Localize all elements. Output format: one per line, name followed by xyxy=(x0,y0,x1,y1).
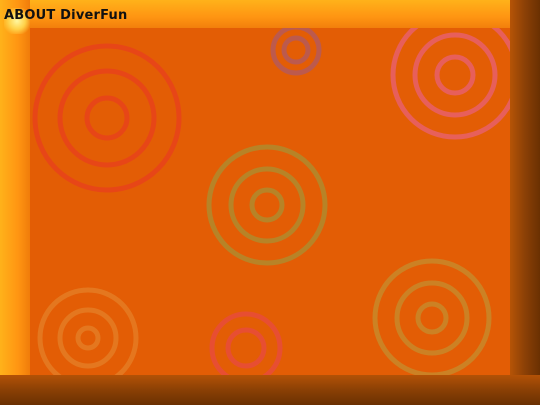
ring-target-olive-center xyxy=(206,144,328,266)
frame-bevel-right xyxy=(510,0,540,405)
ring-target-mauve-small xyxy=(270,28,322,76)
ring-target-pink-large xyxy=(390,28,510,140)
ring-target-olive-bottom-right xyxy=(372,258,492,375)
frame-bevel-left xyxy=(0,0,30,405)
ring-target-red-large xyxy=(32,43,182,193)
ring-target-red-bottom xyxy=(209,311,283,375)
frame-bevel-bottom xyxy=(0,375,540,405)
window-frame: ABOUT DiverFun xyxy=(0,0,540,405)
ring-target-orange-bottom-left xyxy=(37,287,139,375)
decorative-rings xyxy=(32,28,510,375)
content-panel xyxy=(30,28,510,375)
window-title: ABOUT DiverFun xyxy=(4,8,128,23)
